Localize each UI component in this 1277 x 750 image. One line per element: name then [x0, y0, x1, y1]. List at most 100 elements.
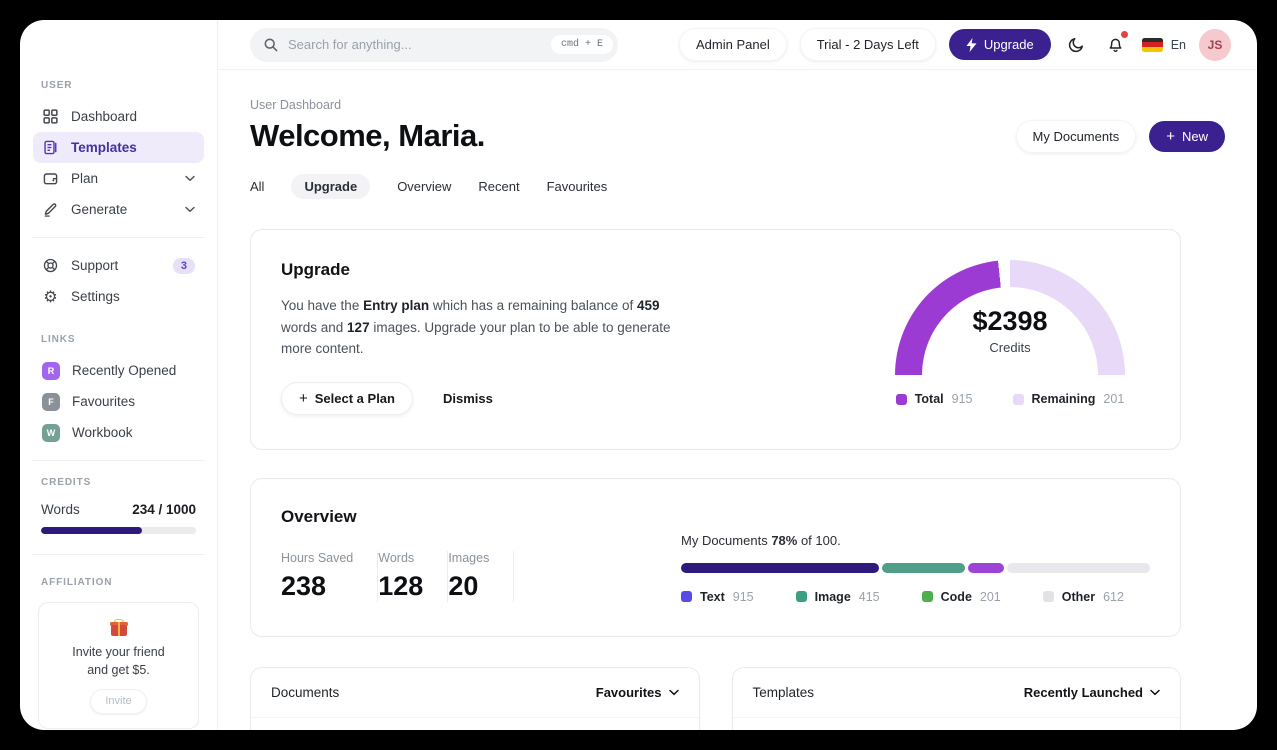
sidebar-item-settings[interactable]: ⚙ Settings	[33, 281, 204, 312]
chevron-down-icon	[1150, 689, 1160, 696]
gauge-legend: Total 915 Remaining 201	[895, 392, 1124, 406]
sidebar-item-plan[interactable]: Plan	[33, 163, 204, 194]
lightning-icon	[966, 37, 977, 52]
tab-favourites[interactable]: Favourites	[547, 179, 608, 194]
documents-progress-caption: My Documents 78% of 100.	[681, 532, 841, 548]
documents-progress-block: My Documents 78% of 100. Text 915 Image …	[681, 507, 1150, 604]
my-documents-button[interactable]: My Documents	[1015, 119, 1137, 153]
admin-panel-button[interactable]: Admin Panel	[679, 28, 787, 61]
search-bar[interactable]: cmd + E	[250, 27, 618, 62]
language-selector[interactable]: En	[1141, 37, 1186, 52]
main-area: cmd + E Admin Panel Trial - 2 Days Left …	[218, 20, 1257, 730]
sidebar-item-generate[interactable]: Generate	[33, 194, 204, 225]
documents-stacked-bar	[681, 562, 1150, 573]
affiliation-card: Invite your friend and get $5. Invite	[38, 602, 199, 730]
templates-card: Templates Recently Launched Blog Post Ti…	[731, 666, 1181, 730]
affiliation-text-line1: Invite your friend	[72, 645, 165, 659]
select-plan-button[interactable]: + Select a Plan	[281, 381, 413, 415]
credits-progress-fill	[41, 527, 142, 534]
bottom-cards-row: Documents Favourites Untitled Document i…	[250, 666, 1181, 730]
legend-swatch	[1042, 591, 1054, 603]
upgrade-card-text: You have the Entry plan which has a rema…	[281, 298, 671, 357]
trial-status-button[interactable]: Trial - 2 Days Left	[799, 28, 936, 61]
credits-progress-track	[41, 527, 196, 534]
bar-segment-image	[881, 562, 965, 573]
sidebar-link-workbook[interactable]: W Workbook	[33, 417, 204, 448]
chevron-down-icon	[185, 206, 195, 213]
legend-swatch	[895, 393, 907, 405]
new-button[interactable]: + New	[1149, 120, 1225, 152]
sidebar-divider	[32, 237, 205, 238]
sidebar-item-label: Favourites	[72, 394, 136, 409]
sidebar-link-favourites[interactable]: F Favourites	[33, 386, 204, 417]
bar-segment-code	[967, 562, 1005, 573]
sidebar-item-dashboard[interactable]: Dashboard	[33, 101, 204, 132]
dark-mode-toggle[interactable]	[1064, 32, 1090, 58]
sidebar-item-label: Settings	[71, 289, 120, 304]
plus-icon: +	[299, 389, 308, 407]
chevron-down-icon	[668, 689, 679, 696]
gear-icon: ⚙	[43, 286, 58, 306]
document-list-item[interactable]: Untitled Document in Workbook	[251, 716, 699, 730]
dismiss-button[interactable]: Dismiss	[443, 391, 493, 406]
language-label: En	[1170, 37, 1186, 52]
gift-icon	[109, 619, 128, 636]
sidebar-item-templates[interactable]: Templates	[33, 132, 204, 163]
tab-upgrade[interactable]: Upgrade	[291, 174, 371, 199]
sidebar-divider	[32, 460, 205, 461]
stat-divider	[513, 550, 515, 602]
search-shortcut-hint: cmd + E	[550, 35, 613, 54]
page-content: User Dashboard Welcome, Maria. My Docume…	[218, 70, 1257, 730]
link-initial-badge: W	[42, 423, 60, 442]
credits-label: Words	[41, 502, 80, 517]
stat-words: Words 128	[378, 550, 424, 601]
search-icon	[263, 37, 279, 53]
sidebar-item-label: Recently Opened	[72, 363, 177, 378]
topbar: cmd + E Admin Panel Trial - 2 Days Left …	[218, 20, 1257, 70]
sidebar-item-label: Templates	[71, 140, 137, 155]
documents-filter-dropdown[interactable]: Favourites	[596, 685, 679, 700]
plus-icon: +	[1166, 127, 1175, 145]
notification-dot	[1120, 30, 1128, 38]
template-list-item[interactable]: Blog Post Title in Workbook	[732, 716, 1180, 730]
legend-swatch	[921, 591, 933, 603]
lifebuoy-icon	[42, 258, 59, 273]
tab-recent[interactable]: Recent	[478, 179, 519, 194]
templates-filter-dropdown[interactable]: Recently Launched	[1024, 685, 1160, 700]
overview-card: Overview Hours Saved 238 Words 128 Image…	[250, 477, 1181, 637]
legend-item-code: Code 201	[921, 590, 1001, 604]
legend-swatch	[795, 591, 807, 603]
stat-hours-saved: Hours Saved 238	[281, 550, 354, 601]
sidebar-divider	[32, 554, 205, 555]
legend-item-text: Text 915	[681, 590, 754, 604]
pencil-icon	[42, 202, 59, 217]
bar-segment-other	[1007, 562, 1150, 573]
tab-all[interactable]: All	[250, 179, 264, 194]
sidebar-link-recently-opened[interactable]: R Recently Opened	[33, 355, 204, 386]
notifications-button[interactable]	[1103, 30, 1129, 58]
grid-icon	[42, 109, 59, 124]
images-remaining: 127	[347, 319, 370, 335]
user-avatar[interactable]: JS	[1199, 28, 1231, 61]
link-initial-badge: R	[42, 361, 60, 380]
support-count-badge: 3	[172, 257, 195, 274]
legend-item-image: Image 415	[795, 590, 880, 604]
overview-card-title: Overview	[281, 506, 357, 526]
upgrade-button[interactable]: Upgrade	[948, 29, 1051, 60]
words-remaining: 459	[636, 298, 660, 313]
sidebar-item-label: Generate	[71, 202, 128, 217]
sidebar-item-support[interactable]: Support 3	[33, 250, 204, 281]
link-initial-badge: F	[42, 392, 60, 411]
documents-card-title: Documents	[271, 684, 340, 700]
invite-button[interactable]: Invite	[90, 689, 147, 715]
tab-overview[interactable]: Overview	[397, 179, 451, 194]
plan-name: Entry plan	[363, 298, 430, 313]
sidebar-section-links: LINKS	[41, 334, 76, 345]
legend-item-total: Total 915	[895, 392, 973, 406]
credits-gauge: $2398 Credits Total 915 Remaining 201	[870, 260, 1150, 415]
german-flag-icon	[1141, 37, 1163, 52]
search-input[interactable]	[288, 37, 542, 52]
credits-amount: $2398	[972, 306, 1048, 336]
legend-swatch	[681, 591, 692, 603]
documents-card: Documents Favourites Untitled Document i…	[250, 666, 700, 730]
